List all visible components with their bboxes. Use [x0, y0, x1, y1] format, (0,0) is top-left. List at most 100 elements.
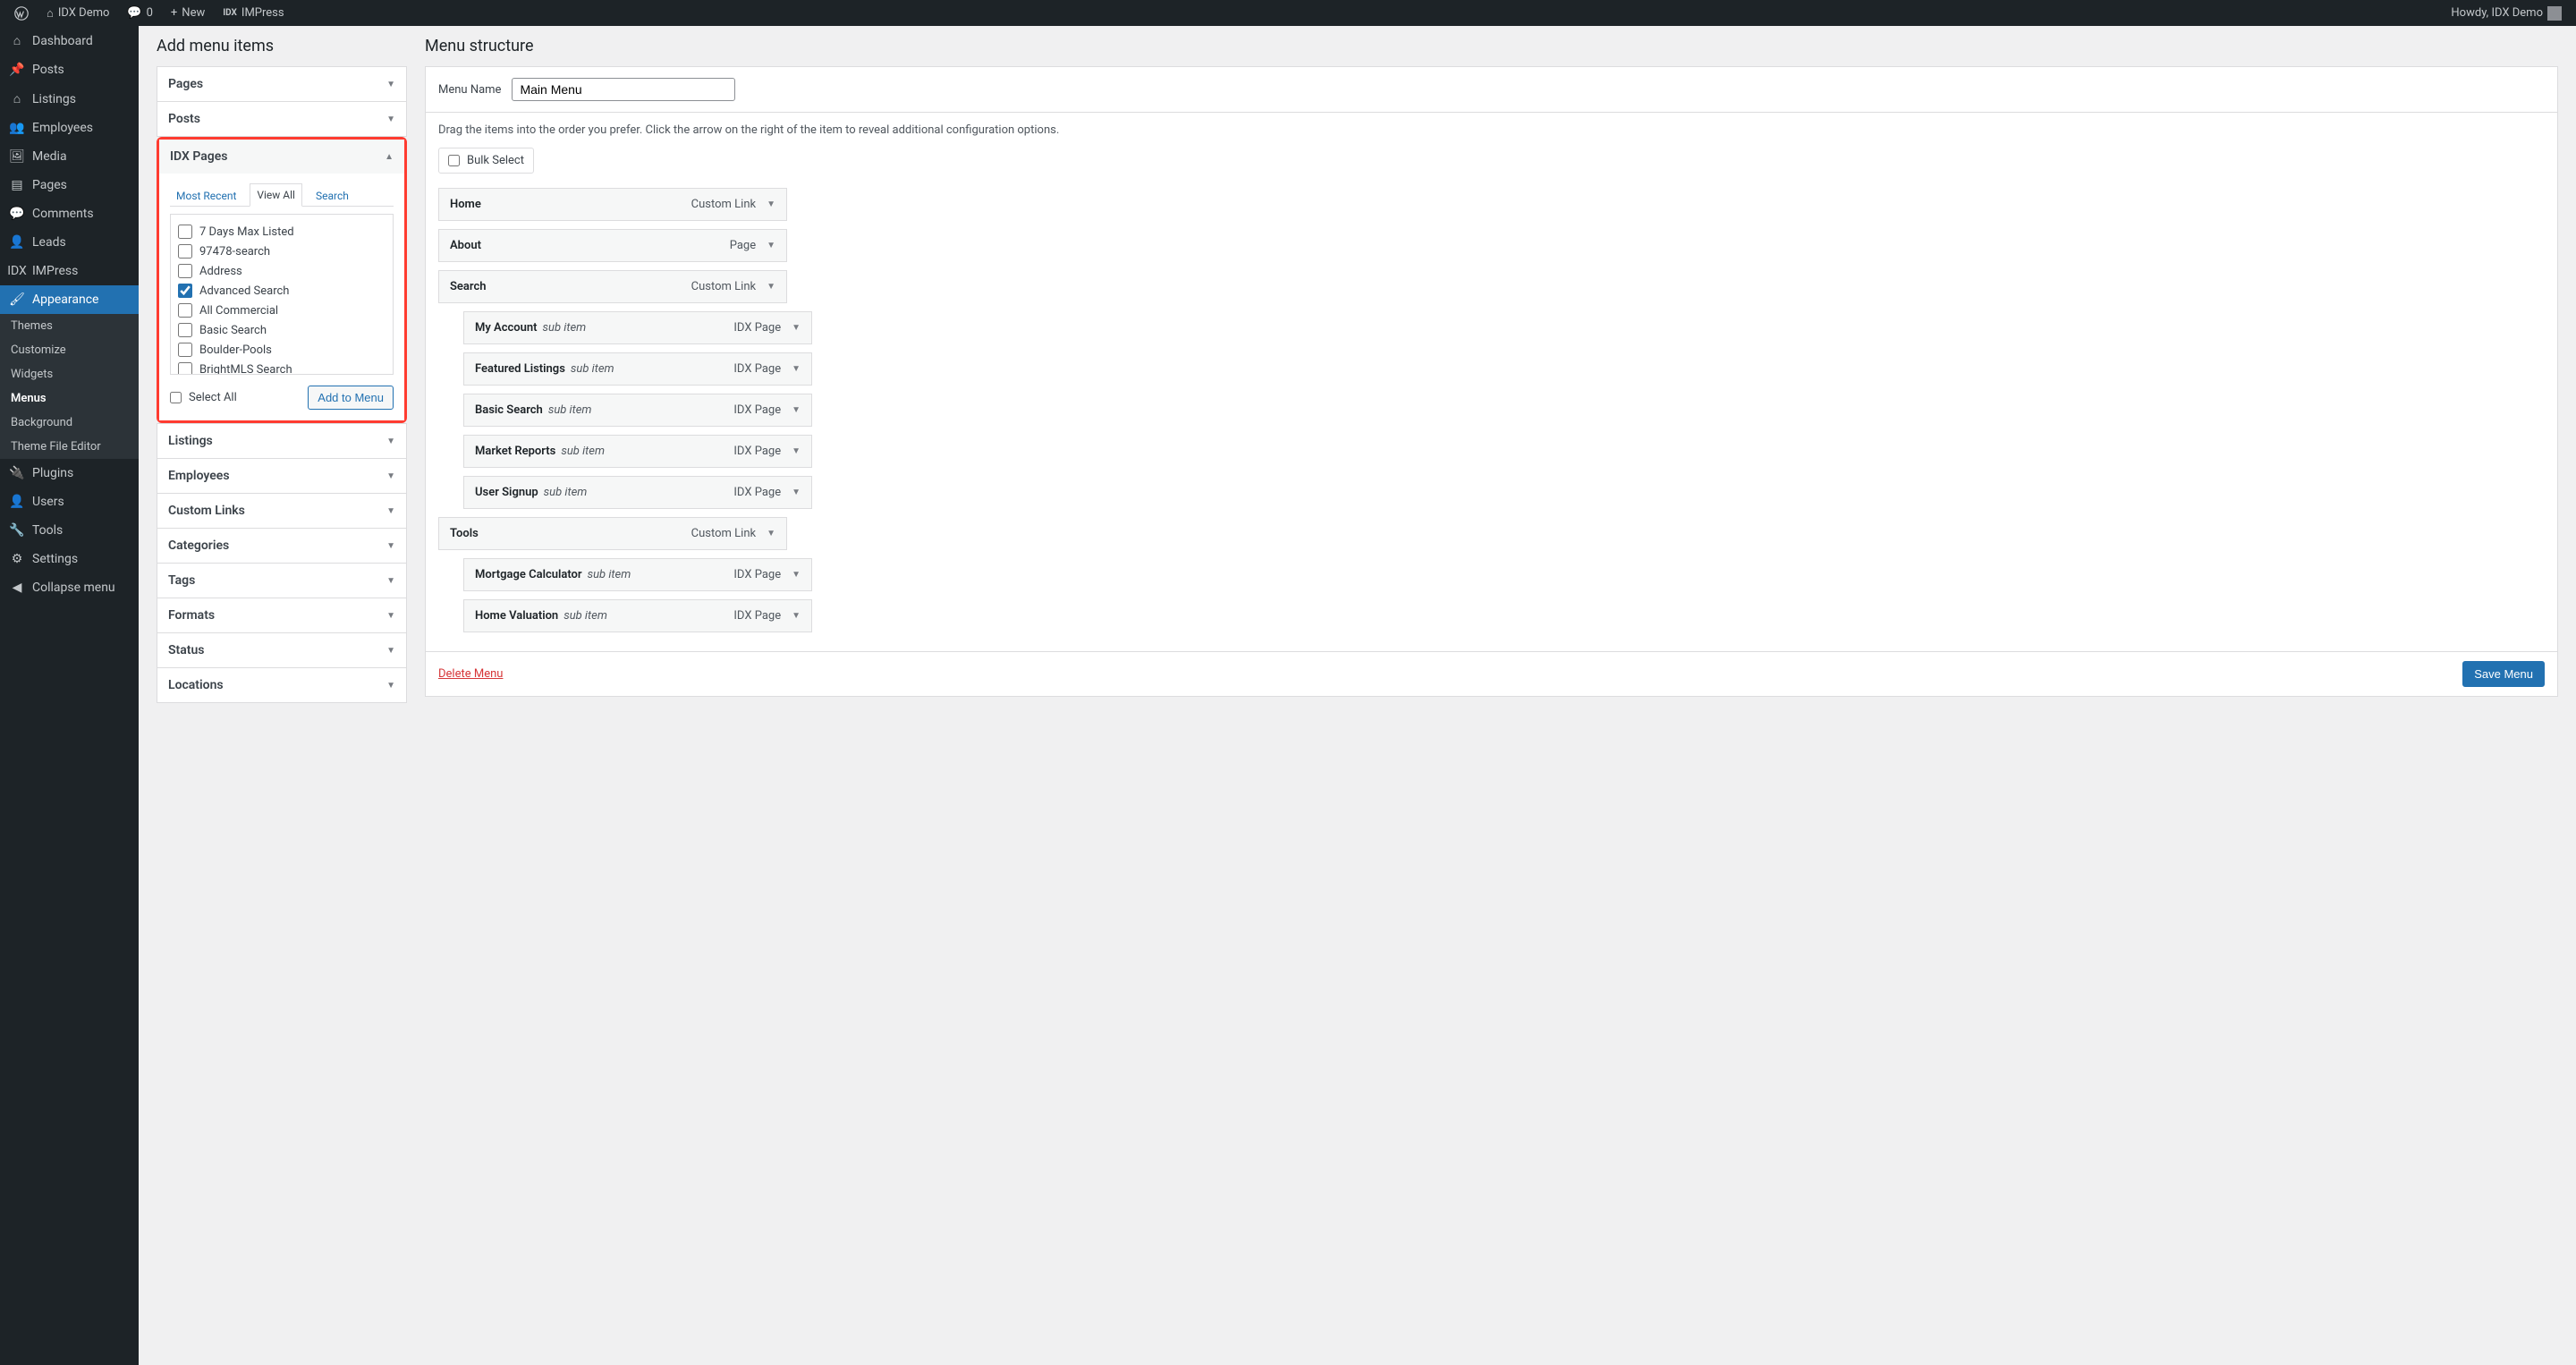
panel-header[interactable]: Custom Links▼ — [157, 494, 406, 528]
select-all[interactable]: Select All — [170, 391, 237, 404]
checklist-item[interactable]: All Commercial — [178, 301, 386, 320]
sidebar-icon: 🔧 — [9, 523, 25, 538]
checklist-item[interactable]: 7 Days Max Listed — [178, 222, 386, 242]
panel-header[interactable]: Tags▼ — [157, 564, 406, 598]
menu-structure-item[interactable]: SearchCustom Link▼ — [438, 270, 787, 303]
idx-icon: IDX — [223, 8, 237, 18]
checklist-checkbox[interactable] — [178, 343, 192, 357]
tab-most-recent[interactable]: Most Recent — [170, 185, 242, 207]
menu-structure-item[interactable]: Home Valuationsub itemIDX Page▼ — [463, 599, 812, 632]
add-to-menu-button[interactable]: Add to Menu — [308, 386, 394, 410]
checklist-checkbox[interactable] — [178, 362, 192, 375]
checklist-checkbox[interactable] — [178, 323, 192, 337]
checklist-item[interactable]: Boulder-Pools — [178, 340, 386, 360]
site-link[interactable]: ⌂ IDX Demo — [39, 6, 116, 21]
checklist-checkbox[interactable] — [178, 284, 192, 298]
menu-structure-item[interactable]: HomeCustom Link▼ — [438, 188, 787, 221]
menu-item-type: IDX Page — [733, 403, 781, 417]
sidebar-item-appearance[interactable]: 🖌 Appearance — [0, 285, 139, 314]
sidebar-item[interactable]: ⌂Dashboard — [0, 26, 139, 55]
sidebar-item[interactable]: 👤Leads — [0, 228, 139, 257]
sidebar-item-label: Dashboard — [32, 34, 93, 48]
sidebar-sub-item[interactable]: Widgets — [0, 362, 139, 386]
sidebar-sub-item[interactable]: Background — [0, 411, 139, 435]
checklist-checkbox[interactable] — [178, 244, 192, 259]
panel-header[interactable]: Pages▼ — [157, 67, 406, 101]
impress-link[interactable]: IDX IMPress — [216, 6, 291, 20]
menu-item-type: IDX Page — [733, 321, 781, 335]
delete-menu-link[interactable]: Delete Menu — [438, 667, 503, 681]
sidebar-sub-item[interactable]: Customize — [0, 338, 139, 362]
sidebar-icon: 👤 — [9, 495, 25, 509]
menu-structure-item[interactable]: Market Reportssub itemIDX Page▼ — [463, 435, 812, 468]
checklist-item[interactable]: Address — [178, 261, 386, 281]
tab-search[interactable]: Search — [309, 185, 355, 207]
panel-header[interactable]: Locations▼ — [157, 668, 406, 702]
sidebar-item[interactable]: 🔧Tools — [0, 516, 139, 545]
menu-structure-item[interactable]: My Accountsub itemIDX Page▼ — [463, 311, 812, 344]
collapse-menu[interactable]: ◀ Collapse menu — [0, 573, 139, 602]
sidebar-sub-item[interactable]: Themes — [0, 314, 139, 338]
caret-down-icon: ▼ — [386, 681, 395, 691]
sidebar-item-label: Listings — [32, 92, 76, 106]
sidebar-item-label: Media — [32, 149, 67, 164]
menu-item-title: User Signup — [475, 486, 538, 499]
menu-structure-item[interactable]: AboutPage▼ — [438, 229, 787, 262]
sidebar-item[interactable]: ⚙ Settings — [0, 545, 139, 573]
idx-pages-panel-header[interactable]: IDX Pages ▲ — [159, 140, 404, 174]
sidebar-sub-item[interactable]: Theme File Editor — [0, 435, 139, 459]
panel-header[interactable]: Categories▼ — [157, 529, 406, 563]
checklist-item[interactable]: BrightMLS Search — [178, 360, 386, 375]
panel-header[interactable]: Formats▼ — [157, 598, 406, 632]
sub-item-label: sub item — [544, 486, 588, 499]
panel-header[interactable]: Listings▼ — [157, 424, 406, 458]
comments-link[interactable]: 💬 0 — [120, 6, 160, 20]
menu-structure-item[interactable]: User Signupsub itemIDX Page▼ — [463, 476, 812, 509]
new-link[interactable]: + New — [164, 6, 212, 20]
checklist-checkbox[interactable] — [178, 264, 192, 278]
howdy-link[interactable]: Howdy, IDX Demo — [2444, 6, 2569, 21]
sidebar-item-label: Settings — [32, 552, 78, 566]
sidebar-item-label: Appearance — [32, 292, 98, 307]
sidebar-icon: ⚙ — [9, 552, 25, 566]
sidebar-item[interactable]: 👥Employees — [0, 114, 139, 142]
plus-icon: + — [171, 6, 177, 20]
menu-item-type: Custom Link — [691, 280, 756, 293]
sidebar-item[interactable]: 📌Posts — [0, 55, 139, 84]
sidebar-item[interactable]: IDXIMPress — [0, 257, 139, 285]
sidebar-icon: ⌂ — [9, 91, 25, 106]
checklist-item[interactable]: Advanced Search — [178, 281, 386, 301]
checklist-item[interactable]: Basic Search — [178, 320, 386, 340]
caret-down-icon: ▼ — [386, 80, 395, 89]
bulk-select-checkbox[interactable] — [448, 155, 460, 166]
caret-down-icon: ▼ — [792, 611, 801, 621]
panel-header[interactable]: Status▼ — [157, 633, 406, 667]
menu-structure-item[interactable]: ToolsCustom Link▼ — [438, 517, 787, 550]
add-menu-title: Add menu items — [157, 26, 407, 66]
checklist-checkbox[interactable] — [178, 225, 192, 239]
sidebar-item[interactable]: ⌂ Listings — [0, 84, 139, 114]
wp-logo[interactable] — [7, 6, 36, 21]
caret-down-icon: ▼ — [386, 437, 395, 446]
sidebar-item[interactable]: ▤Pages — [0, 171, 139, 199]
menu-structure-item[interactable]: Featured Listingssub itemIDX Page▼ — [463, 352, 812, 386]
checklist-item[interactable]: 97478-search — [178, 242, 386, 261]
sidebar-item[interactable]: 🔌Plugins — [0, 459, 139, 488]
menu-structure-item[interactable]: Mortgage Calculatorsub itemIDX Page▼ — [463, 558, 812, 591]
sidebar-item[interactable]: 🖼Media — [0, 142, 139, 171]
checklist-checkbox[interactable] — [178, 303, 192, 318]
panel-header[interactable]: Employees▼ — [157, 459, 406, 493]
bulk-select[interactable]: Bulk Select — [438, 148, 534, 174]
select-all-checkbox[interactable] — [170, 392, 182, 403]
save-menu-button[interactable]: Save Menu — [2462, 661, 2545, 687]
sidebar-icon: 👤 — [9, 235, 25, 250]
tab-view-all[interactable]: View All — [250, 183, 302, 207]
sidebar-sub-item[interactable]: Menus — [0, 386, 139, 411]
sidebar-item[interactable]: 👤Users — [0, 488, 139, 516]
menu-structure-item[interactable]: Basic Searchsub itemIDX Page▼ — [463, 394, 812, 427]
sidebar-item[interactable]: 💬Comments — [0, 199, 139, 228]
caret-down-icon: ▼ — [386, 646, 395, 656]
menu-name-input[interactable] — [512, 78, 735, 101]
idx-pages-checklist[interactable]: 7 Days Max Listed97478-searchAddressAdva… — [170, 214, 394, 375]
panel-header[interactable]: Posts▼ — [157, 102, 406, 136]
